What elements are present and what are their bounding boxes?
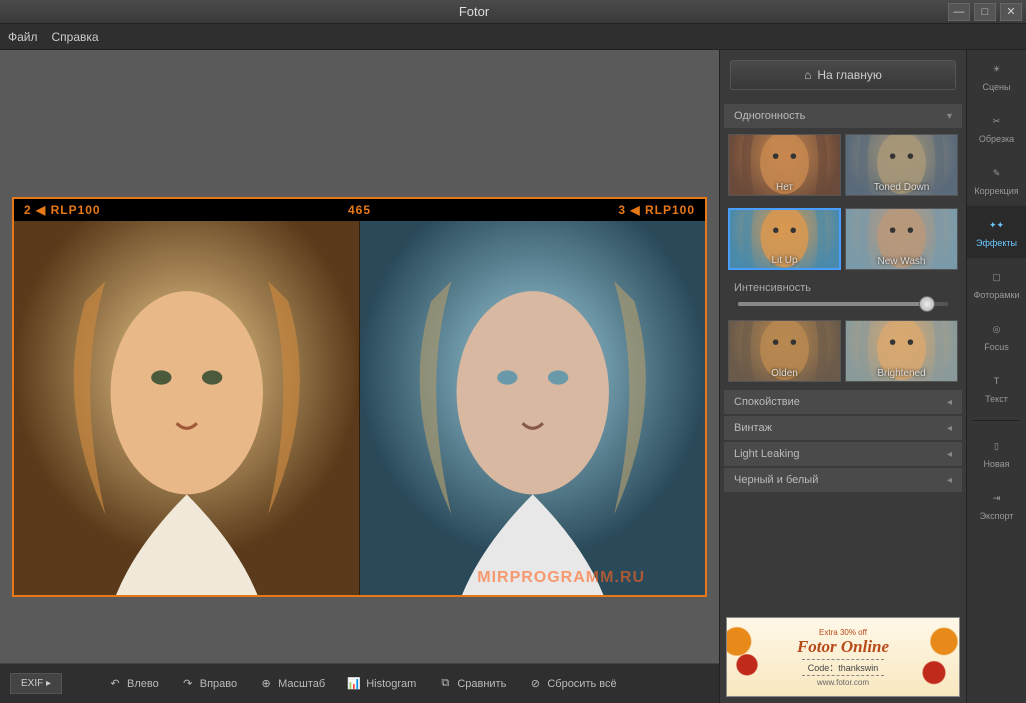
app-title: Fotor (0, 4, 948, 19)
effects-panel: ⌂ На главную Одногонность ▾ Нет Toned Do… (719, 50, 966, 703)
effect-thumb-toned-down[interactable]: Toned Down (845, 134, 958, 196)
chevron-left-icon: ◂ (947, 475, 952, 486)
maximize-button[interactable]: □ (974, 3, 996, 21)
chevron-left-icon: ◂ (947, 449, 952, 460)
sun-icon: ☀ (988, 60, 1006, 78)
tool-frames[interactable]: ▢Фоторамки (967, 258, 1026, 310)
promo-title: Fotor Online (797, 637, 889, 657)
chevron-down-icon: ▾ (947, 111, 952, 122)
photo-frame: 2 ◀ RLP100 465 3 ◀ RLP100 (12, 197, 707, 597)
menubar: Файл Справка (0, 24, 1026, 50)
document-icon: ▯ (988, 437, 1006, 455)
window-controls: — □ ✕ (948, 3, 1026, 21)
histogram-button[interactable]: 📊Histogram (341, 673, 422, 695)
tool-adjust[interactable]: ✎Коррекция (967, 154, 1026, 206)
bottom-toolbar: EXIF ▸ ↶Влево ↷Вправо ⊕Масштаб 📊Histogra… (0, 663, 719, 703)
promo-url: www.fotor.com (817, 678, 869, 687)
section-header-спокойствие[interactable]: Спокойствие ◂ (724, 390, 962, 414)
reset-button[interactable]: ⊘Сбросить всё (522, 673, 622, 695)
side-toolbar: ☀Сцены ✂Обрезка ✎Коррекция ✦✦Эффекты ▢Фо… (966, 50, 1026, 703)
compare-icon: ⧉ (438, 677, 452, 691)
section-header-винтаж[interactable]: Винтаж ◂ (724, 416, 962, 440)
zoom-icon: ⊕ (259, 677, 273, 691)
section-title: Одногонность (734, 110, 805, 122)
promo-decoration (909, 618, 959, 696)
close-button[interactable]: ✕ (1000, 3, 1022, 21)
menu-file[interactable]: Файл (8, 30, 38, 44)
rotate-right-icon: ↷ (181, 677, 195, 691)
section-title: Черный и белый (734, 474, 818, 486)
intensity-label: Интенсивность (724, 278, 962, 298)
effect-thumb-olden[interactable]: Olden (728, 320, 841, 382)
section-title: Спокойствие (734, 396, 800, 408)
film-label-left: 2 ◀ RLP100 (24, 203, 101, 217)
thumb-label: Brightened (846, 368, 957, 379)
effect-thumb-new-wash[interactable]: New Wash (845, 208, 958, 270)
rotate-left-button[interactable]: ↶Влево (102, 673, 165, 695)
thumb-label: Lit Up (730, 255, 839, 266)
effect-thumb-нет[interactable]: Нет (728, 134, 841, 196)
target-icon: ◎ (988, 320, 1006, 338)
chevron-left-icon: ◂ (947, 397, 952, 408)
compare-button[interactable]: ⧉Сравнить (432, 673, 512, 695)
promo-extra: Extra 30% off (819, 628, 867, 637)
thumb-label: Нет (729, 182, 840, 193)
film-label-center: 465 (348, 203, 371, 217)
intensity-slider[interactable] (724, 298, 962, 316)
reset-icon: ⊘ (528, 677, 542, 691)
section-header-черный-и-белый[interactable]: Черный и белый ◂ (724, 468, 962, 492)
promo-code: Code：thankswin (802, 659, 885, 676)
section-title: Light Leaking (734, 448, 799, 460)
tool-focus[interactable]: ◎Focus (967, 310, 1026, 362)
rotate-right-button[interactable]: ↷Вправо (175, 673, 243, 695)
titlebar: Fotor — □ ✕ (0, 0, 1026, 24)
thumb-label: New Wash (846, 256, 957, 267)
photo-after (360, 221, 706, 595)
tool-export[interactable]: ⇥Экспорт (967, 479, 1026, 531)
effect-thumb-brightened[interactable]: Brightened (845, 320, 958, 382)
home-icon: ⌂ (804, 68, 811, 82)
promo-banner[interactable]: Extra 30% off Fotor Online Code：thankswi… (726, 617, 960, 697)
section-header-light-leaking[interactable]: Light Leaking ◂ (724, 442, 962, 466)
export-icon: ⇥ (988, 489, 1006, 507)
text-icon: T (988, 372, 1006, 390)
menu-help[interactable]: Справка (52, 30, 99, 44)
tool-text[interactable]: TТекст (967, 362, 1026, 414)
histogram-icon: 📊 (347, 677, 361, 691)
tool-effects[interactable]: ✦✦Эффекты (967, 206, 1026, 258)
effect-thumb-lit-up[interactable]: Lit Up (728, 208, 841, 270)
tool-scenes[interactable]: ☀Сцены (967, 50, 1026, 102)
sparkle-icon: ✦✦ (988, 216, 1006, 234)
pencil-icon: ✎ (988, 164, 1006, 182)
promo-decoration (727, 618, 777, 696)
thumb-label: Olden (729, 368, 840, 379)
photo-before (14, 221, 360, 595)
home-button[interactable]: ⌂ На главную (730, 60, 956, 90)
rotate-left-icon: ↶ (108, 677, 122, 691)
minimize-button[interactable]: — (948, 3, 970, 21)
section-header-active[interactable]: Одногонность ▾ (724, 104, 962, 128)
tool-new[interactable]: ▯Новая (967, 427, 1026, 479)
slider-handle[interactable] (919, 296, 935, 312)
section-title: Винтаж (734, 422, 772, 434)
chevron-left-icon: ◂ (947, 423, 952, 434)
canvas-area: 2 ◀ RLP100 465 3 ◀ RLP100 (0, 50, 719, 703)
zoom-button[interactable]: ⊕Масштаб (253, 673, 331, 695)
tool-crop[interactable]: ✂Обрезка (967, 102, 1026, 154)
film-label-right: 3 ◀ RLP100 (618, 203, 695, 217)
crop-icon: ✂ (988, 112, 1006, 130)
thumb-label: Toned Down (846, 182, 957, 193)
canvas-viewport[interactable]: 2 ◀ RLP100 465 3 ◀ RLP100 (0, 50, 719, 663)
frame-icon: ▢ (988, 268, 1006, 286)
exif-button[interactable]: EXIF ▸ (10, 673, 62, 694)
